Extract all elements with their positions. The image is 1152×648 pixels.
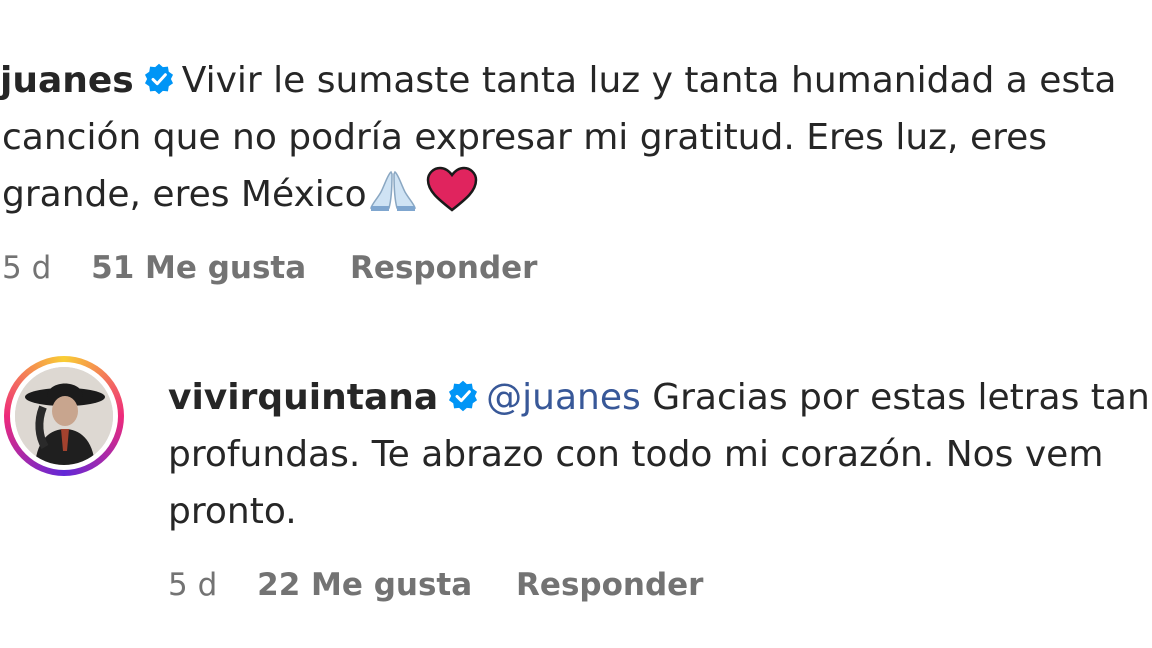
red-heart-emoji	[426, 166, 477, 212]
verified-badge-icon	[449, 380, 478, 412]
avatar[interactable]	[4, 356, 124, 476]
comment1-likes[interactable]: 51 Me gusta	[91, 250, 306, 286]
comment1-line2: canción que no podría expresar mi gratit…	[2, 117, 1048, 158]
comment2-line3: pronto.	[168, 491, 297, 532]
comment2-likes[interactable]: 22 Me gusta	[257, 567, 472, 603]
comment2-text-line1: Gracias por estas letras tan	[652, 377, 1150, 418]
comment1-text-line1: Vivir le sumaste tanta luz y tanta human…	[181, 60, 1117, 101]
comment1-reply-button[interactable]: Responder	[350, 250, 537, 286]
comment1-username[interactable]: juanes	[0, 60, 134, 101]
verified-badge-icon	[144, 63, 173, 95]
comment2-line1: vivirquintana @juanes Gracias por estas …	[168, 369, 1150, 426]
comment1-line1: juanes Vivir le sumaste tanta luz y tant…	[0, 52, 1116, 109]
comment2-line2: profundas. Te abrazo con todo mi corazón…	[168, 434, 1104, 475]
comment2-mention-link[interactable]: @juanes	[486, 377, 641, 418]
praying-hands-emoji	[369, 170, 416, 211]
comment2-time[interactable]: 5 d	[168, 567, 217, 603]
comment1-line3: grande, eres México	[2, 166, 479, 223]
comment2-username[interactable]: vivirquintana	[168, 377, 438, 418]
comment2-reply-button[interactable]: Responder	[516, 567, 703, 603]
comment1-meta: 5 d 51 Me gusta Responder	[2, 250, 537, 286]
comment1-text-line3: grande, eres México	[2, 174, 367, 215]
profile-avatar	[15, 367, 113, 465]
comment2-meta: 5 d 22 Me gusta Responder	[168, 567, 703, 603]
comment1-time[interactable]: 5 d	[2, 250, 51, 286]
